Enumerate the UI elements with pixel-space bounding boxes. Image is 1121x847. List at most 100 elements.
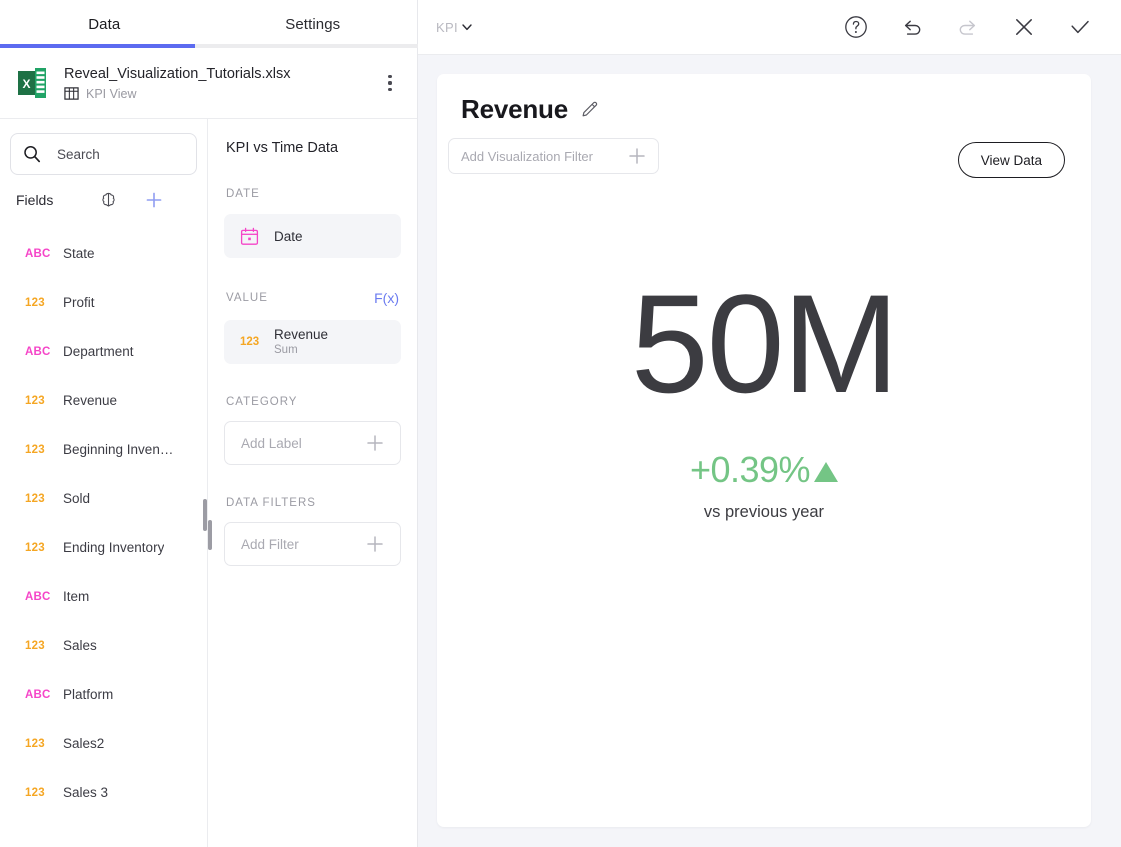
datasource-more-menu-button[interactable] [377,68,403,98]
fields-scrollbar-thumb[interactable] [203,499,207,531]
category-section-label: CATEGORY [226,396,297,408]
data-filters-section-label: DATA FILTERS [226,497,316,509]
field-list-item[interactable]: 123Sold [0,474,207,523]
field-label: Revenue [63,393,117,408]
kpi-delta-percent: +0.39% [690,452,810,488]
redo-button[interactable] [951,10,985,44]
pencil-icon[interactable] [580,100,599,119]
plus-icon [364,533,386,555]
field-list-item[interactable]: 123Beginning Inven… [0,425,207,474]
field-list-item[interactable]: 123 Sales [0,621,207,670]
add-filter-placeholder: Add Filter [241,537,299,552]
add-visualization-filter-placeholder: Add Visualization Filter [461,149,593,164]
value-section-header: VALUE F(x) [224,290,401,306]
close-x-icon [1011,14,1037,40]
table-grid-icon [64,86,79,101]
field-type-badge: 123 [25,493,51,505]
field-list-item[interactable]: 123Ending Inventory [0,523,207,572]
kpi-delta-row: +0.39% [690,452,838,488]
datasource-header[interactable]: X Reveal_Visualization_Tutorials.xlsx KP… [0,48,417,119]
field-list-item[interactable]: 123Sales2 [0,719,207,768]
brain-icon[interactable] [99,191,118,210]
left-config-region: Data Settings X Reveal_Visualization_Tut… [0,0,418,847]
field-list-item[interactable]: 123Sales 3 [0,768,207,817]
field-label: Department [63,344,134,359]
add-filter-dropzone[interactable]: Add Filter [224,522,401,566]
field-label: Sales 3 [63,785,108,800]
field-type-badge: 123 [25,640,51,652]
datasource-sheet-row: KPI View [64,86,377,101]
value-field-aggregation: Sum [274,343,328,357]
more-vertical-icon [388,75,391,78]
field-type-badge: ABC [25,248,51,260]
category-section-header: CATEGORY [224,396,401,408]
field-list-item[interactable]: ABCItem [0,572,207,621]
fields-title: Fields [16,192,53,208]
tab-active-indicator [0,44,195,48]
visualization-title: Revenue [461,94,568,124]
date-section-header: DATE [224,188,401,200]
question-circle-icon [843,14,869,40]
search-icon [23,145,41,163]
datasource-filename: Reveal_Visualization_Tutorials.xlsx [64,65,377,83]
visualization-header: Revenue [437,74,1091,124]
view-data-button[interactable]: View Data [958,142,1065,178]
field-type-badge: ABC [25,689,51,701]
tab-settings-label: Settings [285,16,340,33]
viz-config-panel: KPI vs Time Data DATE Date [208,119,417,847]
field-type-badge: 123 [25,444,51,456]
tab-data[interactable]: Data [0,0,209,48]
viz-config-title: KPI vs Time Data [224,119,401,156]
field-list-item[interactable]: ABC Platform [0,670,207,719]
undo-button[interactable] [895,10,929,44]
calendar-icon [240,227,259,246]
undo-arrow-icon [899,14,925,40]
redo-arrow-icon [955,14,981,40]
visualization-region: KPI [418,0,1121,847]
kpi-editor-window: Data Settings X Reveal_Visualization_Tut… [0,0,1121,847]
kpi-comparison-label: vs previous year [704,503,824,522]
add-field-button[interactable] [144,190,164,210]
field-list-item[interactable]: ABC Department [0,327,207,376]
excel-file-icon: X [18,68,46,98]
field-label: Sales [63,638,97,653]
field-type-badge: 123 [25,542,51,554]
confirm-button[interactable] [1063,10,1097,44]
field-type-badge: 123 [25,395,51,407]
tab-settings[interactable]: Settings [209,0,418,48]
editor-toolbar: KPI [418,0,1121,55]
value-field-pill[interactable]: 123 Revenue Sum [224,320,401,364]
field-label: Sales2 [63,736,104,751]
kpi-body: 50M +0.39% vs previous year [437,274,1091,827]
value-field-type: 123 [240,336,264,348]
search-wrapper [0,119,207,175]
date-field-pill[interactable]: Date [224,214,401,258]
panel-tabs: Data Settings [0,0,417,48]
data-filters-section-header: DATA FILTERS [224,497,401,509]
field-list-item[interactable]: 123 Revenue [0,376,207,425]
close-button[interactable] [1007,10,1041,44]
add-label-placeholder: Add Label [241,436,302,451]
field-label: State [63,246,95,261]
date-field-label: Date [274,229,303,244]
fields-panel: Fields ABC State 123Profit ABC Department 123… [0,119,208,847]
chevron-down-icon [461,21,473,33]
config-scrollbar-thumb[interactable] [208,520,212,550]
formula-fx-button[interactable]: F(x) [374,290,399,306]
field-type-badge: ABC [25,346,51,358]
kpi-visualization-card: Revenue View Data Add Visualization Filt… [437,74,1091,827]
search-input[interactable] [57,147,184,162]
search-box[interactable] [10,133,197,175]
config-panels: Fields ABC State 123Profit ABC Department 123… [0,119,417,847]
add-label-dropzone[interactable]: Add Label [224,421,401,465]
datasource-text: Reveal_Visualization_Tutorials.xlsx KPI … [64,65,377,101]
visualization-type-dropdown[interactable]: KPI [436,20,473,35]
field-list-item[interactable]: 123Profit [0,278,207,327]
field-list-item[interactable]: ABC State [0,229,207,278]
help-button[interactable] [839,10,873,44]
fields-header: Fields [0,175,207,225]
trend-up-arrow-icon [814,462,838,482]
add-visualization-filter-dropzone[interactable]: Add Visualization Filter [448,138,659,174]
field-label: Platform [63,687,113,702]
fields-list: ABC State 123Profit ABC Department 123 Revenue… [0,225,207,847]
